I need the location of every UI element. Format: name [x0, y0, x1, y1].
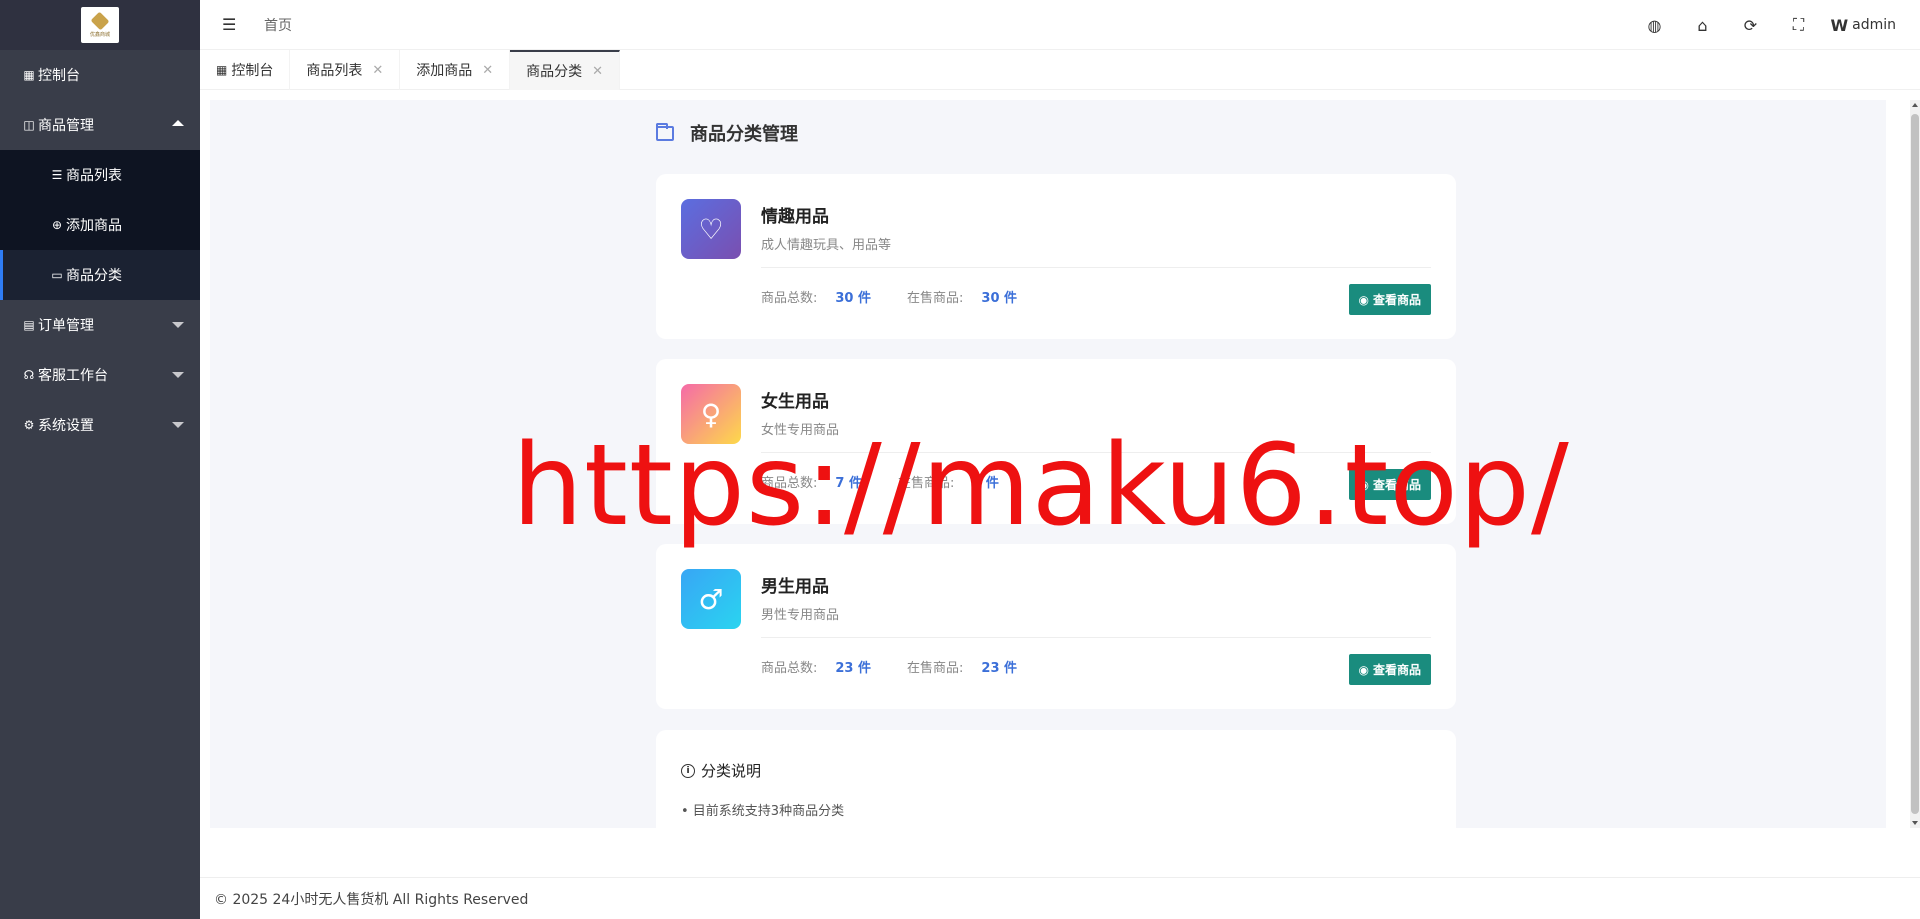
username: admin [1852, 17, 1896, 33]
page-title-text: 商品分类管理 [690, 124, 798, 145]
folder-icon: ▭ [51, 268, 63, 282]
divider [761, 267, 1431, 268]
tab-product-list[interactable]: 商品列表 ✕ [290, 50, 401, 90]
sidebar-item-label: 商品分类 [66, 268, 122, 284]
category-card: ♂ 男生用品 男性专用商品 商品总数: 23 件 在售商品: 23 件 ◉ 查看商品 [656, 544, 1456, 709]
sidebar-item-product-category[interactable]: ▭ 商品分类 [0, 250, 200, 300]
logo-text: 优鑫商城 [89, 32, 110, 38]
tab-product-category[interactable]: 商品分类 ✕ [510, 50, 621, 90]
view-products-button[interactable]: ◉ 查看商品 [1348, 284, 1431, 315]
footer: © 2025 24小时无人售货机 All Rights Reserved [200, 877, 1920, 919]
breadcrumb[interactable]: 首页 [264, 15, 292, 35]
gear-icon: ⚙ [23, 418, 35, 432]
user-logo-icon: W [1830, 15, 1849, 35]
close-icon[interactable]: ✕ [372, 63, 383, 78]
close-icon[interactable]: ✕ [482, 63, 493, 78]
chevron-down-icon [172, 422, 184, 428]
stat-label: 商品总数: [761, 291, 818, 306]
sidebar-item-label: 商品管理 [38, 118, 94, 134]
tab-label: 控制台 [231, 63, 274, 79]
order-icon: ▤ [23, 318, 35, 332]
eye-icon: ◉ [1358, 662, 1369, 677]
gift-icon[interactable]: ⌂ [1678, 16, 1726, 35]
info-title: i 分类说明 [681, 760, 761, 781]
chevron-up-icon [172, 120, 184, 126]
list-icon: ☰ [51, 168, 63, 182]
button-label: 查看商品 [1372, 293, 1421, 307]
top-header: ☰ 首页 ◍ ⌂ ⟳ ⛶ W admin [200, 0, 1920, 50]
logo[interactable]: 优鑫商城 [81, 7, 119, 43]
scrollbar-thumb[interactable] [1911, 114, 1919, 814]
tab-dashboard[interactable]: ▦ 控制台 [200, 50, 291, 90]
sidebar-item-customer-service[interactable]: ☊ 客服工作台 [0, 350, 200, 400]
info-line: • 目前系统支持3种商品分类 [681, 804, 845, 819]
sidebar-item-dashboard[interactable]: ▦ 控制台 [0, 50, 200, 100]
divider [761, 637, 1431, 638]
info-icon: i [681, 763, 695, 778]
scroll-down-icon[interactable] [1912, 821, 1918, 825]
scrollbar[interactable] [1910, 100, 1920, 828]
sidebar: 优鑫商城 ▦ 控制台 ◫ 商品管理 ☰ 商品列表 ⊕ 添加商品 ▭ 商品分类 ▤… [0, 0, 200, 919]
sidebar-item-label: 系统设置 [38, 418, 94, 434]
sidebar-item-label: 商品列表 [66, 168, 122, 184]
header-actions: ◍ ⌂ ⟳ ⛶ W admin [1630, 0, 1896, 50]
sidebar-item-add-product[interactable]: ⊕ 添加商品 [0, 200, 200, 250]
category-name: 男生用品 [761, 577, 829, 597]
stat-on-sale: 23 件 [981, 661, 1018, 676]
stat-total: 23 件 [835, 661, 872, 676]
folder-icon [656, 122, 674, 141]
sidebar-item-label: 订单管理 [38, 318, 94, 334]
view-products-button[interactable]: ◉ 查看商品 [1348, 654, 1431, 685]
close-icon[interactable]: ✕ [592, 64, 603, 79]
category-stats: 商品总数: 30 件 在售商品: 30 件 [761, 287, 1053, 306]
menu-toggle-icon[interactable]: ☰ [222, 15, 254, 34]
stat-label: 在售商品: [907, 291, 964, 306]
stat-on-sale: 30 件 [981, 291, 1018, 306]
sidebar-item-label: 客服工作台 [38, 368, 108, 384]
eye-icon: ◉ [1358, 292, 1369, 307]
headset-icon: ☊ [23, 368, 35, 382]
stat-label: 商品总数: [761, 661, 818, 676]
sidebar-item-label: 控制台 [38, 68, 80, 84]
products-submenu: ☰ 商品列表 ⊕ 添加商品 ▭ 商品分类 [0, 150, 200, 300]
dashboard-icon: ▦ [23, 68, 35, 82]
category-name: 女生用品 [761, 392, 829, 412]
sidebar-item-settings[interactable]: ⚙ 系统设置 [0, 400, 200, 450]
chevron-down-icon [172, 322, 184, 328]
sidebar-item-product-list[interactable]: ☰ 商品列表 [0, 150, 200, 200]
bag-icon: ◫ [23, 118, 35, 132]
info-title-text: 分类说明 [701, 762, 762, 780]
tab-label: 添加商品 [416, 63, 473, 79]
plus-circle-icon: ⊕ [51, 218, 63, 232]
category-info-card: i 分类说明 • 目前系统支持3种商品分类 [656, 730, 1456, 828]
category-stats: 商品总数: 23 件 在售商品: 23 件 [761, 657, 1053, 676]
category-desc: 男性专用商品 [761, 608, 840, 623]
button-label: 查看商品 [1372, 663, 1421, 677]
tab-label: 商品分类 [526, 64, 583, 80]
heart-icon: ♡ [681, 199, 741, 259]
category-desc: 成人情趣玩具、用品等 [761, 238, 892, 253]
stat-label: 在售商品: [907, 661, 964, 676]
chevron-down-icon [172, 372, 184, 378]
dashboard-icon: ▦ [216, 63, 228, 77]
stat-total: 30 件 [835, 291, 872, 306]
tab-bar: ▦ 控制台 商品列表 ✕ 添加商品 ✕ 商品分类 ✕ [200, 50, 1920, 90]
category-name: 情趣用品 [761, 207, 829, 227]
logo-area: 优鑫商城 [0, 0, 200, 50]
scroll-up-icon[interactable] [1912, 103, 1918, 107]
refresh-icon[interactable]: ⟳ [1726, 16, 1774, 35]
sidebar-item-label: 添加商品 [66, 218, 122, 234]
sidebar-item-orders[interactable]: ▤ 订单管理 [0, 300, 200, 350]
logo-mark [90, 11, 110, 31]
fullscreen-icon[interactable]: ⛶ [1774, 15, 1822, 35]
male-icon: ♂ [681, 569, 741, 629]
watermark: https://maku6.top/ [512, 421, 1570, 551]
globe-icon[interactable]: ◍ [1630, 16, 1678, 35]
user-menu[interactable]: W admin [1830, 16, 1896, 35]
tab-add-product[interactable]: 添加商品 ✕ [400, 50, 511, 90]
page-title: 商品分类管理 [656, 120, 798, 146]
sidebar-item-products[interactable]: ◫ 商品管理 [0, 100, 200, 150]
tab-label: 商品列表 [306, 63, 363, 79]
category-card: ♡ 情趣用品 成人情趣玩具、用品等 商品总数: 30 件 在售商品: 30 件 ◉ … [656, 174, 1456, 339]
